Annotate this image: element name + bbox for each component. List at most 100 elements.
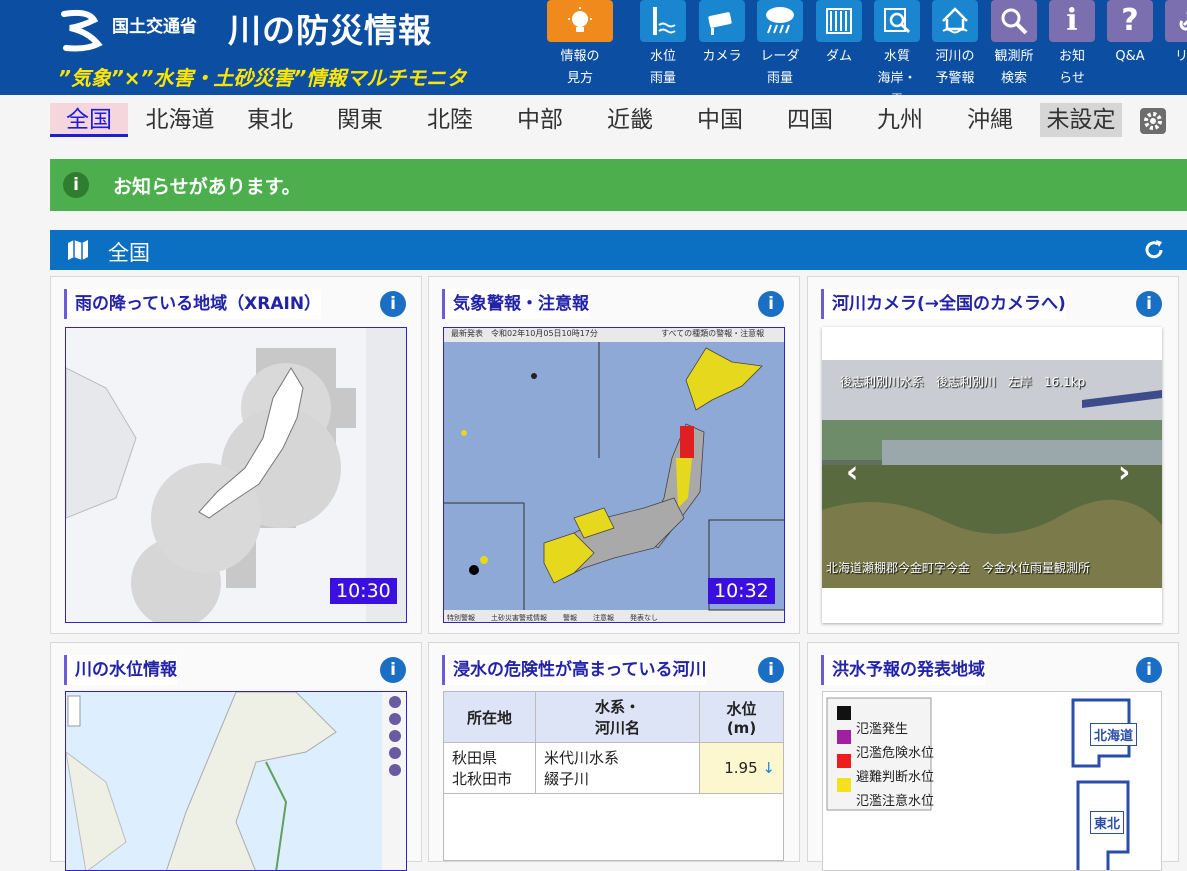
header-dam-label1: ダム [825, 49, 852, 64]
row-level-value: 1.95 [724, 759, 758, 777]
camera-caption-bottom: 北海道瀬棚郡今金町字今金 今金水位雨量観測所 [826, 561, 1091, 575]
col-location: 所在地 [443, 691, 536, 743]
col-level-line1: 水位 [726, 699, 757, 718]
header-help-label2: 見方 [566, 71, 593, 86]
header-camera-label1: カメラ [702, 49, 742, 64]
link-icon [1165, 0, 1187, 42]
notice-text: お知らせがあります。 [113, 176, 301, 198]
table-row[interactable]: 秋田県 北秋田市 米代川水系 綴子川 1.95 ↓ [443, 742, 784, 794]
header-camera-button[interactable]: カメラ [699, 0, 745, 95]
legend-special: 特別警報 [447, 614, 475, 622]
prev-chevron-icon[interactable]: ‹ [846, 455, 858, 490]
header-notice-button[interactable]: i お知 らせ [1049, 0, 1095, 95]
row-river: 米代川水系 綴子川 [535, 742, 700, 794]
camera-caption-top: 後志利別川水系 後志利別川 左岸 16.1kp [840, 375, 1086, 389]
legend-evac-level: 避難判断水位 [856, 770, 935, 785]
col-river-line1: 水系・ [594, 698, 640, 716]
region-tab-chubu[interactable]: 中部 [510, 103, 570, 137]
header-qa-button[interactable]: ? Q&A [1107, 0, 1153, 95]
row-river-name: 綴子川 [544, 770, 590, 788]
region-tab-chugoku[interactable]: 中国 [690, 103, 750, 137]
region-tab-kyushu[interactable]: 九州 [870, 103, 930, 137]
dam-icon [816, 0, 862, 42]
map-icon [68, 240, 88, 260]
region-tab-okinawa[interactable]: 沖縄 [960, 103, 1020, 137]
header-water-level-button[interactable]: 水位 雨量 [640, 0, 686, 95]
region-label-tohoku[interactable]: 東北 [1090, 811, 1125, 834]
col-river-line2: 河川名 [594, 719, 640, 737]
water-level-panel: 川の水位情報 i [50, 642, 422, 871]
header-radar-label1: レーダ [760, 49, 800, 64]
legend-caution-level: 氾濫注意水位 [856, 794, 935, 809]
site-header: 国土交通省 川の防災情報 ”気象”×”水害・土砂災害”情報マルチモニタ 情報の見… [0, 0, 1187, 108]
header-radar-button[interactable]: レーダ 雨量 [757, 0, 803, 95]
river-warning-icon [932, 0, 978, 42]
region-tab-kinki[interactable]: 近畿 [600, 103, 660, 137]
warning-title[interactable]: 気象警報・注意報 [442, 289, 589, 319]
site-title[interactable]: 川の防災情報 [228, 4, 432, 52]
info-icon: i [63, 172, 89, 198]
region-tab-shikoku[interactable]: 四国 [780, 103, 840, 137]
warning-panel: 気象警報・注意報 i 最新発表 令和02年10月05日10時17分 すべての種類… [428, 276, 800, 634]
water-level-map-graphic [66, 692, 406, 870]
settings-gear-icon[interactable] [1140, 108, 1166, 134]
radar-icon [757, 0, 803, 42]
header-river-warning-label2: 予警報 [935, 71, 975, 86]
region-tab-hokuriku[interactable]: 北陸 [420, 103, 480, 137]
col-level: 水位 (m) [699, 691, 784, 743]
region-label-hokkaido[interactable]: 北海道 [1090, 723, 1138, 746]
header-station-search-label1: 観測所 [994, 49, 1034, 64]
header-notice-label2: らせ [1059, 71, 1085, 86]
camera-title[interactable]: 河川カメラ(→全国のカメラへ) [821, 289, 1066, 319]
row-system: 米代川水系 [544, 749, 620, 767]
warning-legend: 特別警報 土砂災害警戒情報 警報 注意報 発表なし [447, 613, 658, 623]
info-icon[interactable]: i [758, 657, 784, 683]
lightbulb-icon [547, 0, 613, 42]
region-tab-tohoku[interactable]: 東北 [240, 103, 300, 137]
warning-map-header: 最新発表 令和02年10月05日10時17分 [451, 329, 598, 338]
question-icon: ? [1107, 0, 1153, 42]
forecast-legend: 氾濫発生 氾濫危険水位 避難判断水位 氾濫注意水位 [856, 718, 934, 814]
info-icon[interactable]: i [380, 657, 406, 683]
warning-time: 10:32 [708, 578, 775, 604]
header-link-button[interactable]: リン [1165, 0, 1187, 95]
refresh-icon[interactable] [1142, 238, 1166, 262]
header-station-search-button[interactable]: 観測所 検索 [991, 0, 1037, 95]
down-arrow-icon: ↓ [762, 759, 775, 777]
region-tab-all[interactable]: 全国 [50, 103, 128, 137]
header-dam-button[interactable]: ダム [816, 0, 862, 95]
header-help-label1: 情報の [560, 49, 600, 64]
water-level-icon [640, 0, 686, 42]
header-help-button[interactable]: 情報の 見方 [547, 0, 613, 95]
region-tab-hokkaido[interactable]: 北海道 [138, 103, 222, 137]
row-level: 1.95 ↓ [699, 742, 784, 794]
region-tab-unset[interactable]: 未設定 [1040, 103, 1122, 137]
xrain-panel: 雨の降っている地域（XRAIN） i 10:30 [50, 276, 422, 634]
info-icon[interactable]: i [758, 291, 784, 317]
forecast-panel: 洪水予報の発表地域 i 氾濫発生 氾濫危険水位 避難判断水位 氾濫注意水位 北海… [807, 642, 1179, 871]
water-level-title[interactable]: 川の水位情報 [64, 655, 177, 685]
xrain-title[interactable]: 雨の降っている地域（XRAIN） [64, 289, 322, 319]
ministry-name: 国土交通省 [112, 17, 197, 37]
forecast-title[interactable]: 洪水予報の発表地域 [821, 655, 985, 685]
site-subtitle: ”気象”×”水害・土砂災害”情報マルチモニタ [58, 66, 467, 90]
info-icon[interactable]: i [380, 291, 406, 317]
camera-panel: 河川カメラ(→全国のカメラへ) i 後志利別川水系 後志利別川 左岸 16.1k… [807, 276, 1179, 634]
header-river-warning-button[interactable]: 河川の 予警報 [932, 0, 978, 95]
region-tab-kanto[interactable]: 関東 [330, 103, 390, 137]
search-icon [991, 0, 1037, 42]
next-chevron-icon[interactable]: › [1118, 455, 1130, 490]
row-pref: 秋田県 [452, 749, 498, 767]
header-water-quality-button[interactable]: 水質海岸・雪 [874, 0, 920, 108]
camera-image[interactable] [822, 360, 1162, 588]
header-station-search-label2: 検索 [1000, 71, 1027, 86]
info-icon[interactable]: i [1136, 291, 1162, 317]
flood-risk-title[interactable]: 浸水の危険性が高まっている河川 [442, 655, 707, 685]
notice-banner[interactable]: i お知らせがあります。 [50, 159, 1187, 211]
flood-risk-panel: 浸水の危険性が高まっている河川 i 所在地 水系・ 河川名 水位 (m) 秋田県 北秋… [428, 642, 800, 862]
region-nav: 全国 北海道 東北 関東 北陸 中部 近畿 中国 四国 九州 沖縄 未設定 [0, 95, 1187, 145]
header-link-label1: リン [1174, 49, 1187, 64]
info-icon[interactable]: i [1136, 657, 1162, 683]
water-level-map[interactable] [65, 691, 407, 871]
flood-risk-table: 所在地 水系・ 河川名 水位 (m) 秋田県 北秋田市 米代川水系 綴子川 1.95 ↓ [443, 691, 784, 794]
